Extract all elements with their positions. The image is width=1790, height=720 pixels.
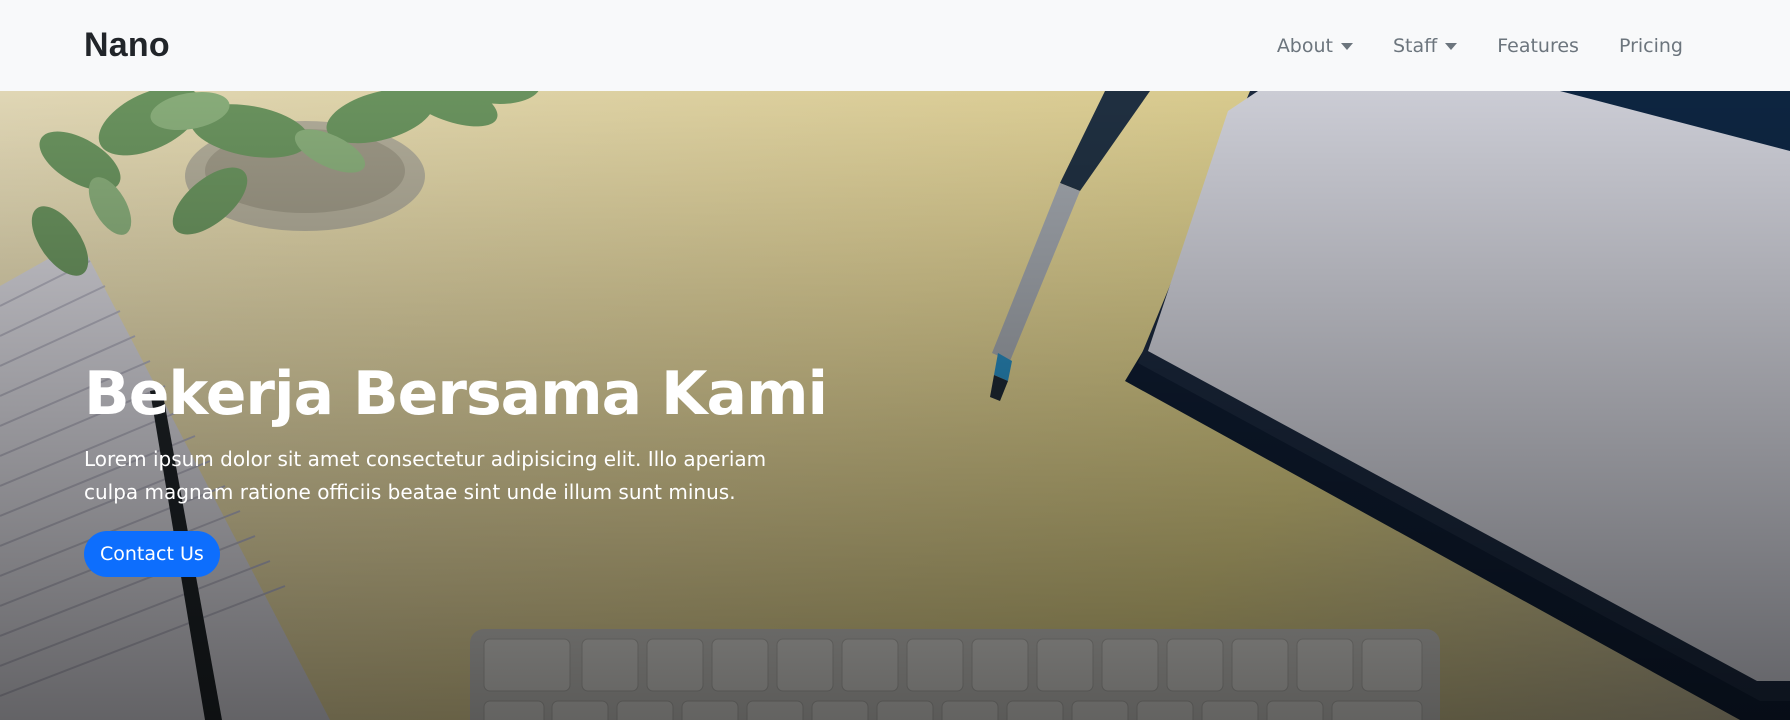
nav-links: About Staff Features Pricing [1277,35,1683,57]
nav-staff-dropdown[interactable]: Staff [1393,34,1458,57]
hero-title: Bekerja Bersama Kami [84,359,828,429]
nav-about-label: About [1276,34,1333,57]
navbar: Nano About Staff Features Pricing [0,0,1790,91]
nav-staff-label: Staff [1393,34,1438,57]
chevron-down-icon [1445,42,1458,50]
brand-logo[interactable]: Nano [84,26,170,65]
hero-description: Lorem ipsum dolor sit amet consectetur a… [84,447,767,504]
hero-content: Bekerja Bersama Kami Lorem ipsum dolor s… [84,359,828,577]
hero-section: Bekerja Bersama Kami Lorem ipsum dolor s… [0,91,1790,720]
chevron-down-icon [1341,42,1353,50]
nav-pricing-link[interactable]: Pricing [1619,35,1683,57]
contact-us-button[interactable]: Contact Us [84,531,220,577]
nav-about-dropdown[interactable]: About [1277,35,1353,57]
nav-features-link[interactable]: Features [1497,35,1579,57]
